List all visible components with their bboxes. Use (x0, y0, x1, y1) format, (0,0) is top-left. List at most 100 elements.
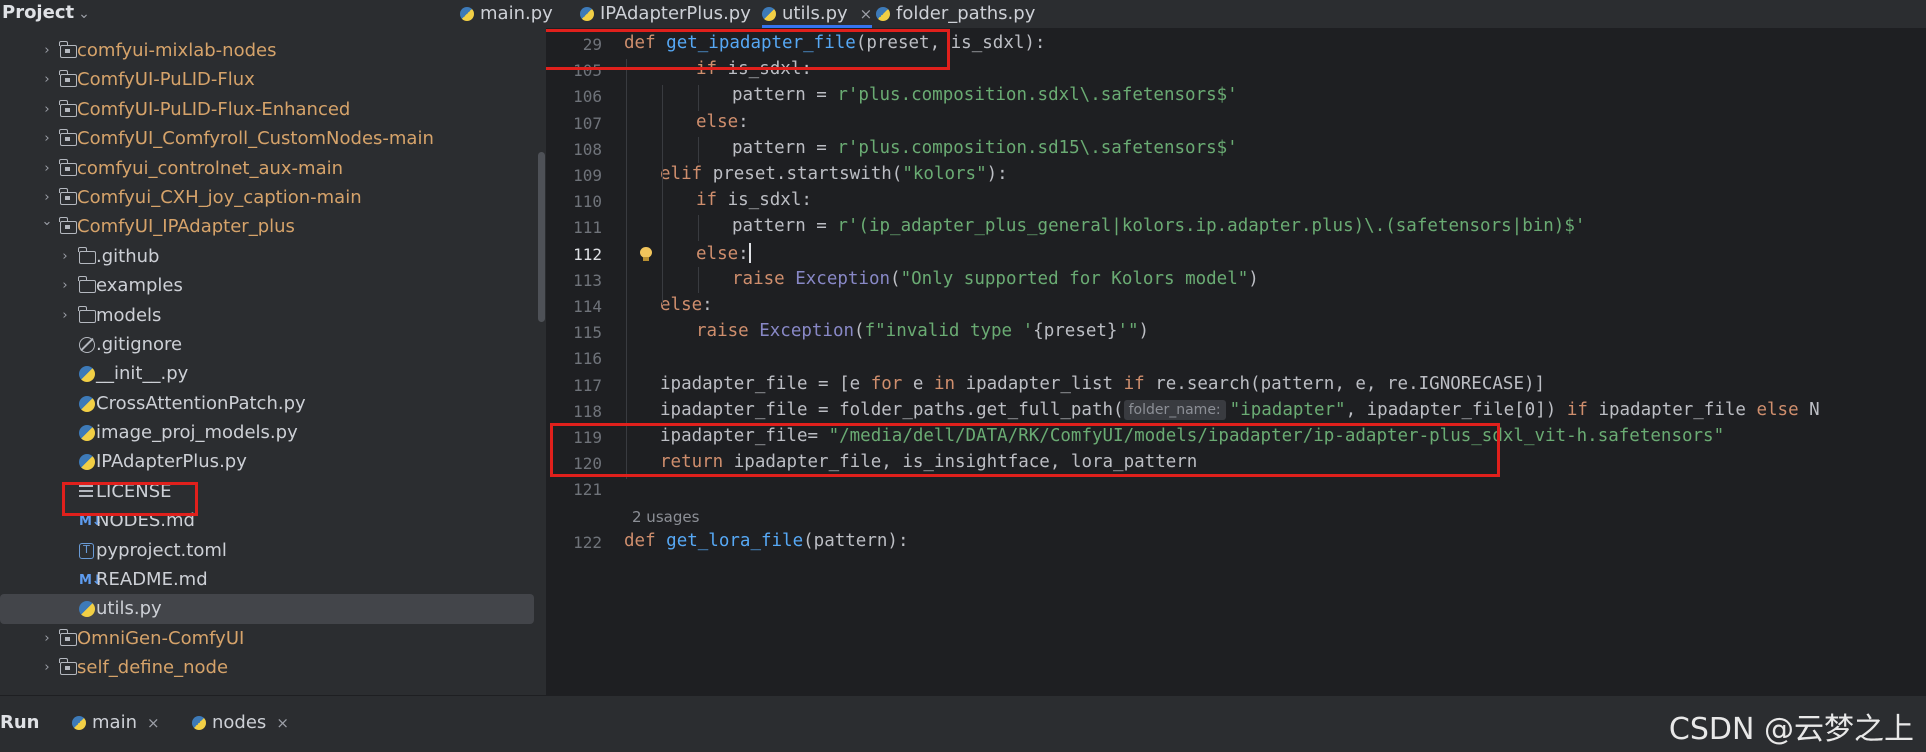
chevron-right-icon[interactable]: › (58, 301, 72, 330)
tab-label: utils.py (782, 3, 848, 24)
parameter-hint: folder_name: (1123, 399, 1226, 420)
sidebar-scrollbar[interactable] (538, 152, 545, 322)
python-file-icon (876, 7, 890, 21)
chevron-right-icon[interactable]: › (40, 624, 54, 653)
tree-item[interactable]: Tpyproject.toml (0, 536, 546, 565)
code-editor[interactable]: 29 105 106 107 108 109 110 111 112 113 114 115 116 11… (546, 29, 1926, 695)
tree-item[interactable]: › ComfyUI_Comfyroll_CustomNodes-main (0, 124, 546, 153)
code-line[interactable]: ipadapter_file = [e for e in ipadapter_l… (660, 374, 1545, 394)
chevron-right-icon[interactable]: › (40, 124, 54, 153)
tree-item[interactable]: › examples (0, 271, 546, 300)
tree-item[interactable]: › comfyui_controlnet_aux-main (0, 154, 546, 183)
chevron-right-icon[interactable]: › (40, 95, 54, 124)
tab-folder_paths-py[interactable]: folder_paths.py (876, 0, 1035, 28)
tree-item-label: CrossAttentionPatch.py (96, 392, 306, 414)
python-file-icon (762, 7, 776, 21)
close-icon[interactable]: × (147, 714, 160, 732)
code-token: "kolors" (902, 164, 987, 184)
tree-item[interactable]: › comfyui-mixlab-nodes (0, 36, 546, 65)
module-folder-icon (59, 187, 77, 205)
code-line[interactable]: pattern = r'plus.composition.sdxl\.safet… (732, 85, 1238, 105)
code-token: , ipadapter_file[0]) (1345, 399, 1567, 420)
usages-hint[interactable]: 2 usages (632, 508, 699, 526)
code-token: "Only supported for Kolors model" (900, 268, 1249, 289)
indent-guide (698, 85, 699, 111)
tab-label: folder_paths.py (896, 3, 1036, 24)
indent-guide (626, 59, 627, 479)
tree-item[interactable]: M↓ README.md (0, 565, 546, 594)
run-tab-main[interactable]: main × (72, 712, 160, 733)
code-line[interactable]: raise Exception("Only supported for Kolo… (732, 269, 1259, 289)
python-file-icon (79, 395, 95, 412)
tree-item[interactable]: ⌄ ComfyUI_IPAdapter_plus (0, 212, 546, 241)
tab-main-py[interactable]: main.py (460, 0, 553, 28)
indent-guide (698, 267, 699, 293)
module-folder-icon (59, 628, 77, 646)
code-token: for (870, 373, 913, 394)
close-icon[interactable]: × (276, 714, 289, 732)
chevron-down-icon[interactable]: ⌄ (78, 6, 90, 22)
code-token: ipadapter_list (965, 373, 1124, 394)
code-token: re.search(pattern, e, re.IGNORECASE)] (1155, 373, 1546, 394)
ignore-file-icon (79, 336, 95, 353)
code-token: : (738, 243, 749, 264)
code-token: pattern = (732, 137, 838, 158)
module-folder-icon (59, 217, 77, 235)
close-icon[interactable]: × (860, 5, 873, 23)
code-line[interactable]: def get_lora_file(pattern): (624, 531, 908, 551)
code-line[interactable]: raise Exception(f"invalid type '{preset}… (696, 321, 1149, 341)
tree-item[interactable]: utils.py (0, 594, 534, 624)
tree-item[interactable]: IPAdapterPlus.py (0, 447, 546, 476)
line-number: 114 (573, 297, 602, 316)
tree-item[interactable]: › OmniGen-ComfyUI (0, 624, 546, 653)
code-token: ): (986, 164, 1008, 184)
run-tab-nodes[interactable]: nodes × (192, 712, 289, 733)
code-token: is_sdxl: (727, 190, 812, 211)
tree-item[interactable]: __init__.py (0, 359, 546, 388)
code-token: else (696, 243, 739, 264)
code-line[interactable]: if is_sdxl: (696, 190, 812, 210)
code-line[interactable]: pattern = r'plus.composition.sd15\.safet… (732, 138, 1238, 158)
code-token: pattern = (732, 85, 838, 106)
code-line[interactable]: ipadapter_file = folder_paths.get_full_p… (660, 399, 1820, 420)
code-token: if (1123, 373, 1156, 394)
chevron-right-icon[interactable]: › (40, 65, 54, 94)
tree-item[interactable]: › .github (0, 242, 546, 271)
indent-guide (662, 215, 663, 305)
code-token: Exception (795, 268, 891, 289)
chevron-down-icon[interactable]: ⌄ (40, 207, 54, 236)
code-line[interactable]: elif preset.startswith("kolors"): (660, 164, 1008, 184)
tree-item[interactable]: › ComfyUI-PuLID-Flux (0, 65, 546, 94)
code-line[interactable]: else: (696, 242, 751, 264)
line-number: 122 (573, 532, 602, 552)
chevron-right-icon[interactable]: › (58, 271, 72, 300)
code-line[interactable]: pattern = r'(ip_adapter_plus_general|kol… (732, 216, 1585, 236)
code-line[interactable]: else: (660, 295, 713, 315)
module-folder-icon (59, 129, 77, 147)
tree-item-label: Comfyui_CXH_joy_caption-main (77, 186, 362, 208)
tree-item[interactable]: image_proj_models.py (0, 418, 546, 447)
tab-utils-py[interactable]: utils.py × (762, 0, 873, 28)
tree-item-label: ComfyUI-PuLID-Flux-Enhanced (77, 98, 351, 120)
line-number-gutter: 29 105 106 107 108 109 110 111 112 113 114 115 116 11… (546, 29, 616, 695)
tree-item[interactable]: › Comfyui_CXH_joy_caption-main (0, 183, 546, 212)
chevron-right-icon[interactable]: › (40, 36, 54, 65)
line-number: 121 (573, 480, 602, 500)
code-token: get_lora_file (666, 530, 804, 551)
tree-item[interactable]: › models (0, 301, 546, 330)
code-line[interactable]: else: (696, 112, 749, 132)
tree-item[interactable]: CrossAttentionPatch.py (0, 389, 546, 418)
run-label[interactable]: Run (0, 712, 40, 733)
chevron-right-icon[interactable]: › (58, 242, 72, 271)
tree-item[interactable]: .gitignore (0, 330, 546, 359)
code-token: {preset} (1033, 321, 1118, 342)
code-token: ) (1138, 321, 1150, 342)
tree-item[interactable]: › ComfyUI-PuLID-Flux-Enhanced (0, 95, 546, 124)
lightbulb-icon[interactable] (640, 246, 652, 261)
code-token: r'(ip_adapter_plus_general|kolors.ip.ada… (837, 216, 1586, 237)
tab-ipadapterplus-py[interactable]: IPAdapterPlus.py (580, 0, 751, 28)
chevron-right-icon[interactable]: › (40, 154, 54, 183)
tree-item[interactable]: › self_define_node (0, 653, 546, 682)
module-folder-icon (59, 658, 77, 676)
chevron-right-icon[interactable]: › (40, 653, 54, 682)
